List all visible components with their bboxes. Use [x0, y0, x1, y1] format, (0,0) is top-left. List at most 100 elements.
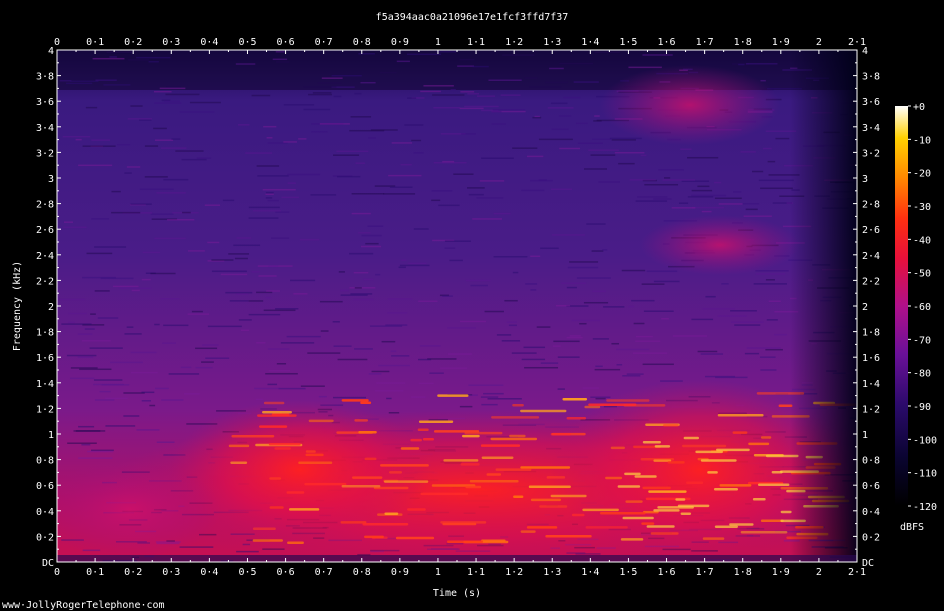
- texture-speck: [336, 175, 361, 178]
- texture-speck: [179, 111, 215, 113]
- texture-speck: [854, 319, 857, 322]
- colorbar-tick-label: -120: [913, 502, 937, 513]
- x-tick-label-top: 0·6: [277, 37, 295, 48]
- texture-speck: [168, 373, 200, 375]
- texture-speck: [643, 310, 674, 312]
- harmonic-streak: [585, 526, 628, 529]
- texture-speck: [447, 327, 476, 329]
- texture-speck: [742, 202, 760, 205]
- texture-speck: [181, 158, 207, 161]
- texture-speck: [447, 353, 472, 355]
- texture-speck: [396, 60, 410, 63]
- harmonic-streak: [231, 434, 275, 438]
- texture-speck: [457, 65, 474, 67]
- texture-speck: [371, 370, 390, 373]
- texture-speck: [61, 323, 92, 325]
- texture-speck: [391, 142, 413, 144]
- harmonic-streak: [740, 531, 788, 534]
- texture-speck: [123, 415, 140, 417]
- texture-speck: [401, 259, 407, 261]
- texture-speck: [594, 368, 621, 371]
- texture-speck: [584, 168, 607, 170]
- texture-speck: [66, 354, 97, 357]
- y-tick-label-right: 0·6: [862, 481, 880, 492]
- texture-speck: [290, 279, 316, 282]
- harmonic-streak: [462, 434, 480, 438]
- y-tick-label-right: 2·8: [862, 200, 880, 211]
- texture-speck: [658, 169, 684, 171]
- y-tick-label-left: 3·4: [36, 123, 54, 134]
- texture-speck: [89, 347, 123, 349]
- texture-speck: [488, 79, 522, 82]
- harmonic-streak: [442, 522, 477, 526]
- texture-speck: [253, 210, 281, 212]
- texture-speck: [700, 353, 724, 355]
- texture-speck: [265, 191, 274, 194]
- harmonic-streak: [298, 461, 333, 465]
- texture-speck: [105, 397, 128, 400]
- y-tick-label-right: 0·8: [862, 456, 880, 467]
- colorbar-tick-label: -50: [913, 269, 931, 280]
- texture-speck: [501, 340, 521, 342]
- harmonic-streak: [304, 482, 347, 486]
- texture-speck: [196, 157, 212, 159]
- texture-speck: [202, 344, 219, 346]
- texture-speck: [251, 271, 260, 273]
- texture-speck: [141, 391, 155, 394]
- texture-speck: [628, 305, 634, 308]
- texture-speck: [427, 358, 457, 360]
- harmonic-streak: [526, 526, 558, 529]
- texture-speck: [753, 283, 787, 285]
- texture-speck: [349, 129, 385, 132]
- texture-speck: [162, 342, 176, 344]
- x-tick-label-bottom: 0·4: [200, 567, 218, 578]
- texture-speck: [550, 102, 568, 105]
- texture-speck: [481, 157, 514, 159]
- harmonic-streak: [259, 425, 288, 428]
- texture-speck: [128, 59, 150, 61]
- texture-speck: [248, 313, 281, 316]
- texture-speck: [420, 90, 441, 93]
- y-tick-label-left: 0·2: [36, 532, 54, 543]
- texture-speck: [91, 139, 111, 141]
- colorbar-tick-label: +0: [913, 102, 925, 113]
- y-tick-label-right: DC: [862, 558, 874, 569]
- texture-speck: [126, 326, 134, 328]
- texture-speck: [142, 251, 161, 254]
- x-tick-label-bottom: 0·8: [353, 567, 371, 578]
- y-tick-label-left: DC: [42, 558, 54, 569]
- texture-speck: [538, 138, 573, 141]
- harmonic-streak: [340, 521, 367, 524]
- harmonic-streak: [530, 498, 561, 502]
- texture-speck: [111, 190, 121, 193]
- texture-speck: [569, 335, 581, 337]
- x-tick-label-bottom: 1: [435, 567, 441, 578]
- spectrogram-chart: f5a394aac0a21096e17e1fcf3ffd7f37 0 0·1 0·2…: [2, 12, 937, 611]
- texture-speck: [536, 326, 551, 328]
- texture-speck: [278, 387, 306, 390]
- texture-speck: [641, 283, 665, 285]
- texture-speck: [159, 87, 186, 90]
- harmonic-streak: [550, 494, 587, 498]
- texture-speck: [154, 323, 160, 326]
- texture-speck: [369, 325, 403, 327]
- texture-speck: [635, 340, 661, 342]
- x-tick-label-top: 2: [816, 37, 822, 48]
- texture-speck: [310, 194, 337, 196]
- harmonic-streak: [650, 532, 679, 535]
- texture-speck: [299, 238, 320, 241]
- y-tick-label-right: 1·4: [862, 379, 880, 390]
- texture-speck: [691, 206, 725, 209]
- harmonic-streak-bright: [657, 506, 694, 509]
- texture-speck: [93, 379, 123, 381]
- texture-speck: [521, 358, 546, 361]
- texture-speck: [94, 399, 115, 401]
- texture-speck: [338, 271, 345, 273]
- texture-speck: [78, 164, 113, 167]
- x-tick-label-top: 1·9: [772, 37, 790, 48]
- texture-speck: [94, 246, 127, 248]
- y-tick-label-left: 1·2: [36, 404, 54, 415]
- texture-speck: [360, 81, 376, 84]
- x-tick-label-top: 0·3: [162, 37, 180, 48]
- texture-speck: [576, 122, 588, 125]
